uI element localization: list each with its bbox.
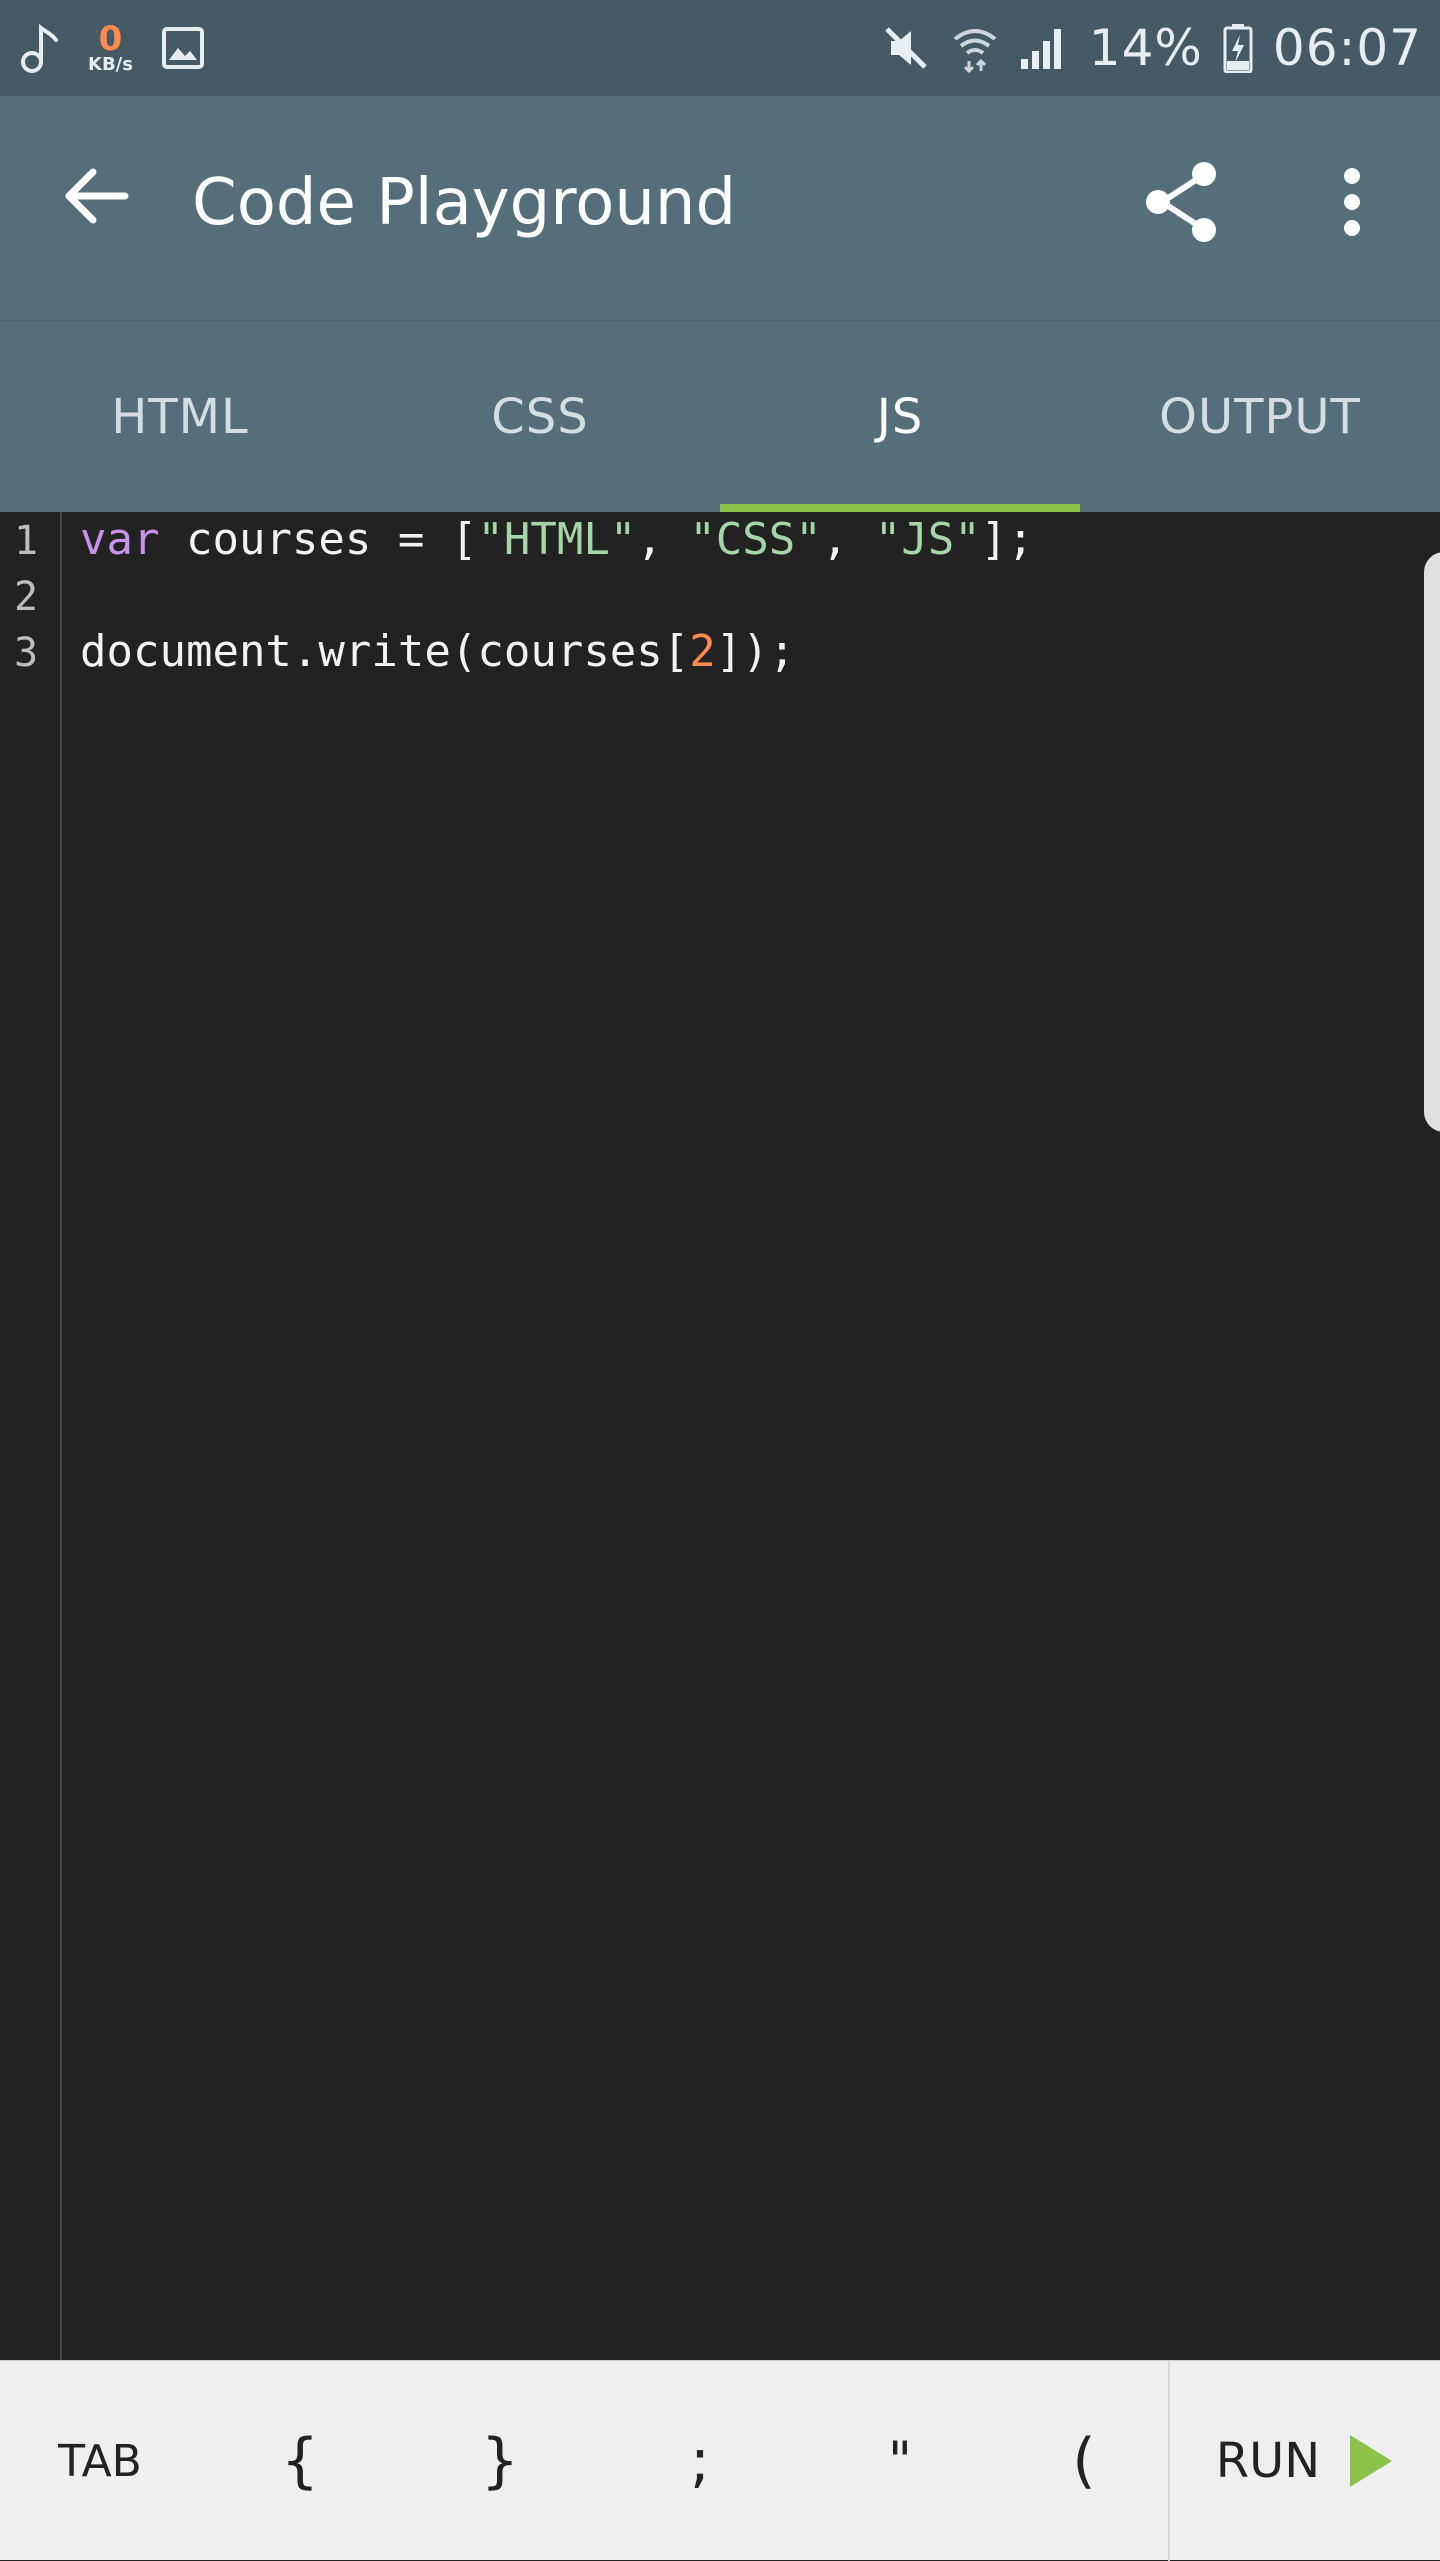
more-options-button[interactable] — [1320, 160, 1384, 244]
page-title: Code Playground — [192, 166, 737, 240]
tab-bar: HTML CSS JS OUTPUT — [0, 320, 1440, 512]
code-text: , — [821, 514, 875, 565]
signal-icon — [1019, 25, 1069, 71]
line-number: 3 — [14, 630, 39, 676]
back-arrow-icon — [65, 168, 129, 224]
net-speed: 0 KB/s — [88, 22, 133, 74]
tab-css[interactable]: CSS — [360, 321, 720, 512]
code-text: ]); — [715, 626, 796, 677]
share-icon — [1146, 162, 1216, 242]
code-number: 2 — [689, 626, 716, 677]
share-button[interactable] — [1140, 160, 1224, 244]
tab-label: OUTPUT — [1159, 388, 1361, 445]
back-button[interactable] — [56, 156, 136, 236]
quote-button[interactable]: " — [800, 2361, 1000, 2561]
code-line-3[interactable]: document.write(courses[2]); — [80, 626, 795, 677]
code-string: "JS" — [874, 514, 981, 565]
status-left: 0 KB/s — [20, 18, 233, 78]
symbol-toolbar: TAB { } ; " ( RUN — [0, 2360, 1440, 2561]
app-bar: Code Playground — [0, 96, 1440, 320]
code-string: "CSS" — [689, 514, 822, 565]
battery-text: 14% — [1088, 19, 1203, 77]
code-string: "HTML" — [477, 514, 637, 565]
clock: 06:07 — [1273, 19, 1422, 77]
mute-icon — [881, 23, 931, 73]
open-paren-button[interactable]: ( — [1000, 2361, 1168, 2561]
more-vert-icon — [1344, 168, 1360, 236]
tab-label: HTML — [111, 388, 249, 445]
run-button[interactable]: RUN — [1170, 2361, 1440, 2561]
clock-text: 06:07 — [1272, 19, 1422, 77]
tab-key-button[interactable]: TAB — [0, 2361, 200, 2561]
net-speed-unit: KB/s — [88, 54, 133, 75]
net-speed-value: 0 — [98, 19, 123, 59]
run-label: RUN — [1215, 2433, 1321, 2489]
code-text: document.write(courses[ — [80, 626, 690, 677]
code-text: ]; — [980, 514, 1034, 565]
wifi-icon — [951, 23, 999, 73]
play-icon — [1350, 2435, 1393, 2487]
code-text: courses = [ — [159, 514, 478, 565]
tab-output[interactable]: OUTPUT — [1080, 321, 1440, 512]
tab-html[interactable]: HTML — [0, 321, 360, 512]
open-brace-button[interactable]: { — [200, 2361, 400, 2561]
tab-label: CSS — [491, 388, 589, 445]
edge-panel-handle[interactable] — [1424, 552, 1440, 1132]
code-editor[interactable]: 1 2 3 var courses = ["HTML", "CSS", "JS"… — [0, 512, 1440, 2360]
battery-percent: 14% — [1089, 19, 1203, 77]
tab-label: JS — [876, 388, 924, 445]
image-icon — [161, 26, 205, 70]
status-right: 14% 06:07 — [861, 18, 1422, 78]
code-text: , — [636, 514, 690, 565]
music-note-icon — [20, 22, 60, 74]
line-number: 1 — [14, 518, 39, 564]
line-number: 2 — [14, 574, 39, 620]
active-tab-indicator — [720, 504, 1080, 512]
semicolon-button[interactable]: ; — [600, 2361, 800, 2561]
tab-js[interactable]: JS — [720, 321, 1080, 512]
battery-charging-icon — [1223, 23, 1253, 73]
code-keyword: var — [80, 514, 160, 565]
close-brace-button[interactable]: } — [400, 2361, 600, 2561]
code-line-1[interactable]: var courses = ["HTML", "CSS", "JS"]; — [80, 514, 1034, 565]
status-bar: 0 KB/s 14% 06:07 — [0, 0, 1440, 96]
line-number-gutter: 1 2 3 — [0, 512, 62, 2360]
